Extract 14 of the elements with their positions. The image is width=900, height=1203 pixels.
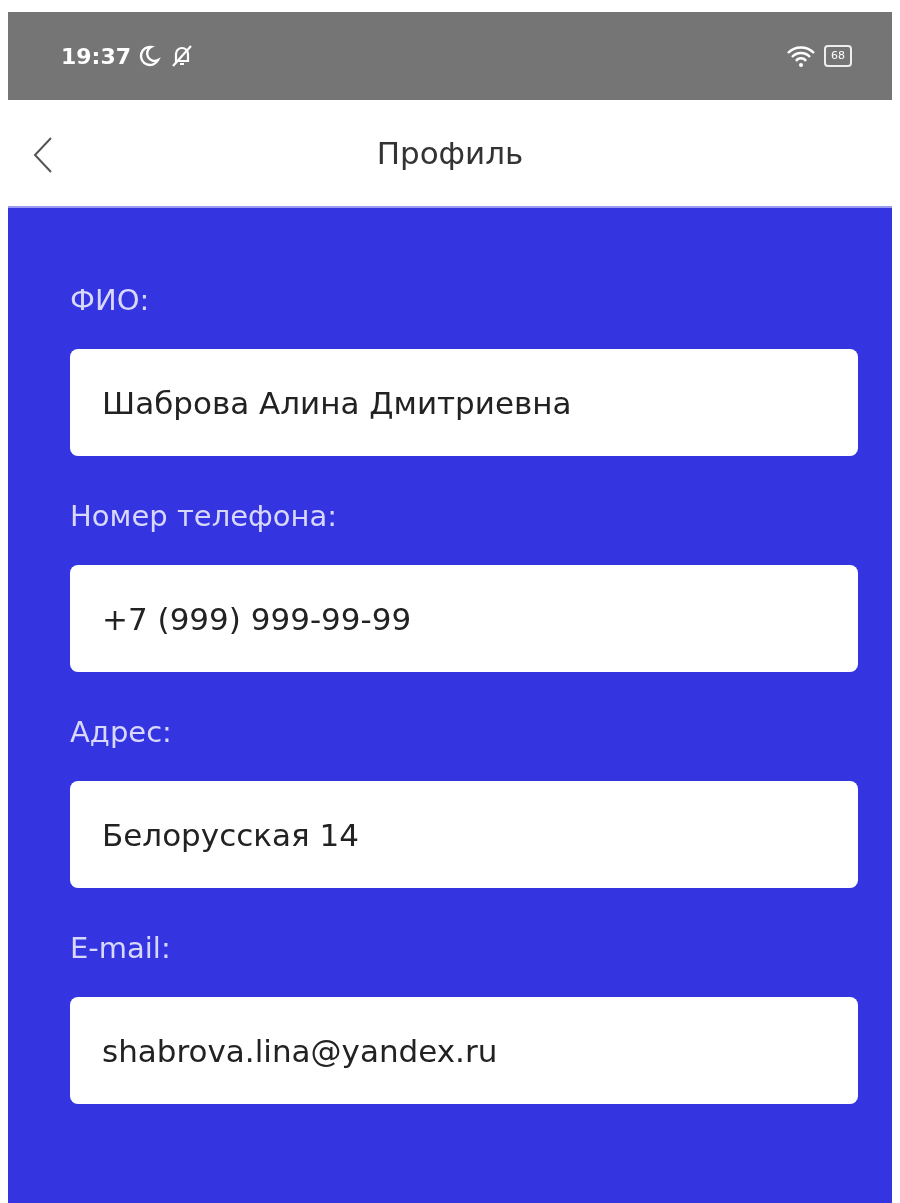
input-field[interactable]: Белорусская 14 (70, 781, 858, 888)
input-field[interactable]: Шаброва Алина Дмитриевна (70, 349, 858, 456)
back-icon[interactable] (32, 136, 54, 174)
field-label: Адрес: (70, 714, 173, 751)
field-label: E-mail: (70, 930, 172, 967)
input-field[interactable]: shabrova.lina@yandex.ru (70, 997, 858, 1104)
moon-icon (137, 44, 162, 68)
clock-time: 19:37 (61, 43, 132, 69)
battery-indicator: 68 (824, 45, 852, 67)
input-field[interactable]: +7 (999) 999-99-99 (70, 565, 858, 672)
wifi-icon (786, 44, 816, 68)
field-label: Номер телефона: (70, 498, 339, 535)
field-label: ФИО: (70, 282, 151, 319)
screen-title: Профиль (376, 135, 524, 171)
